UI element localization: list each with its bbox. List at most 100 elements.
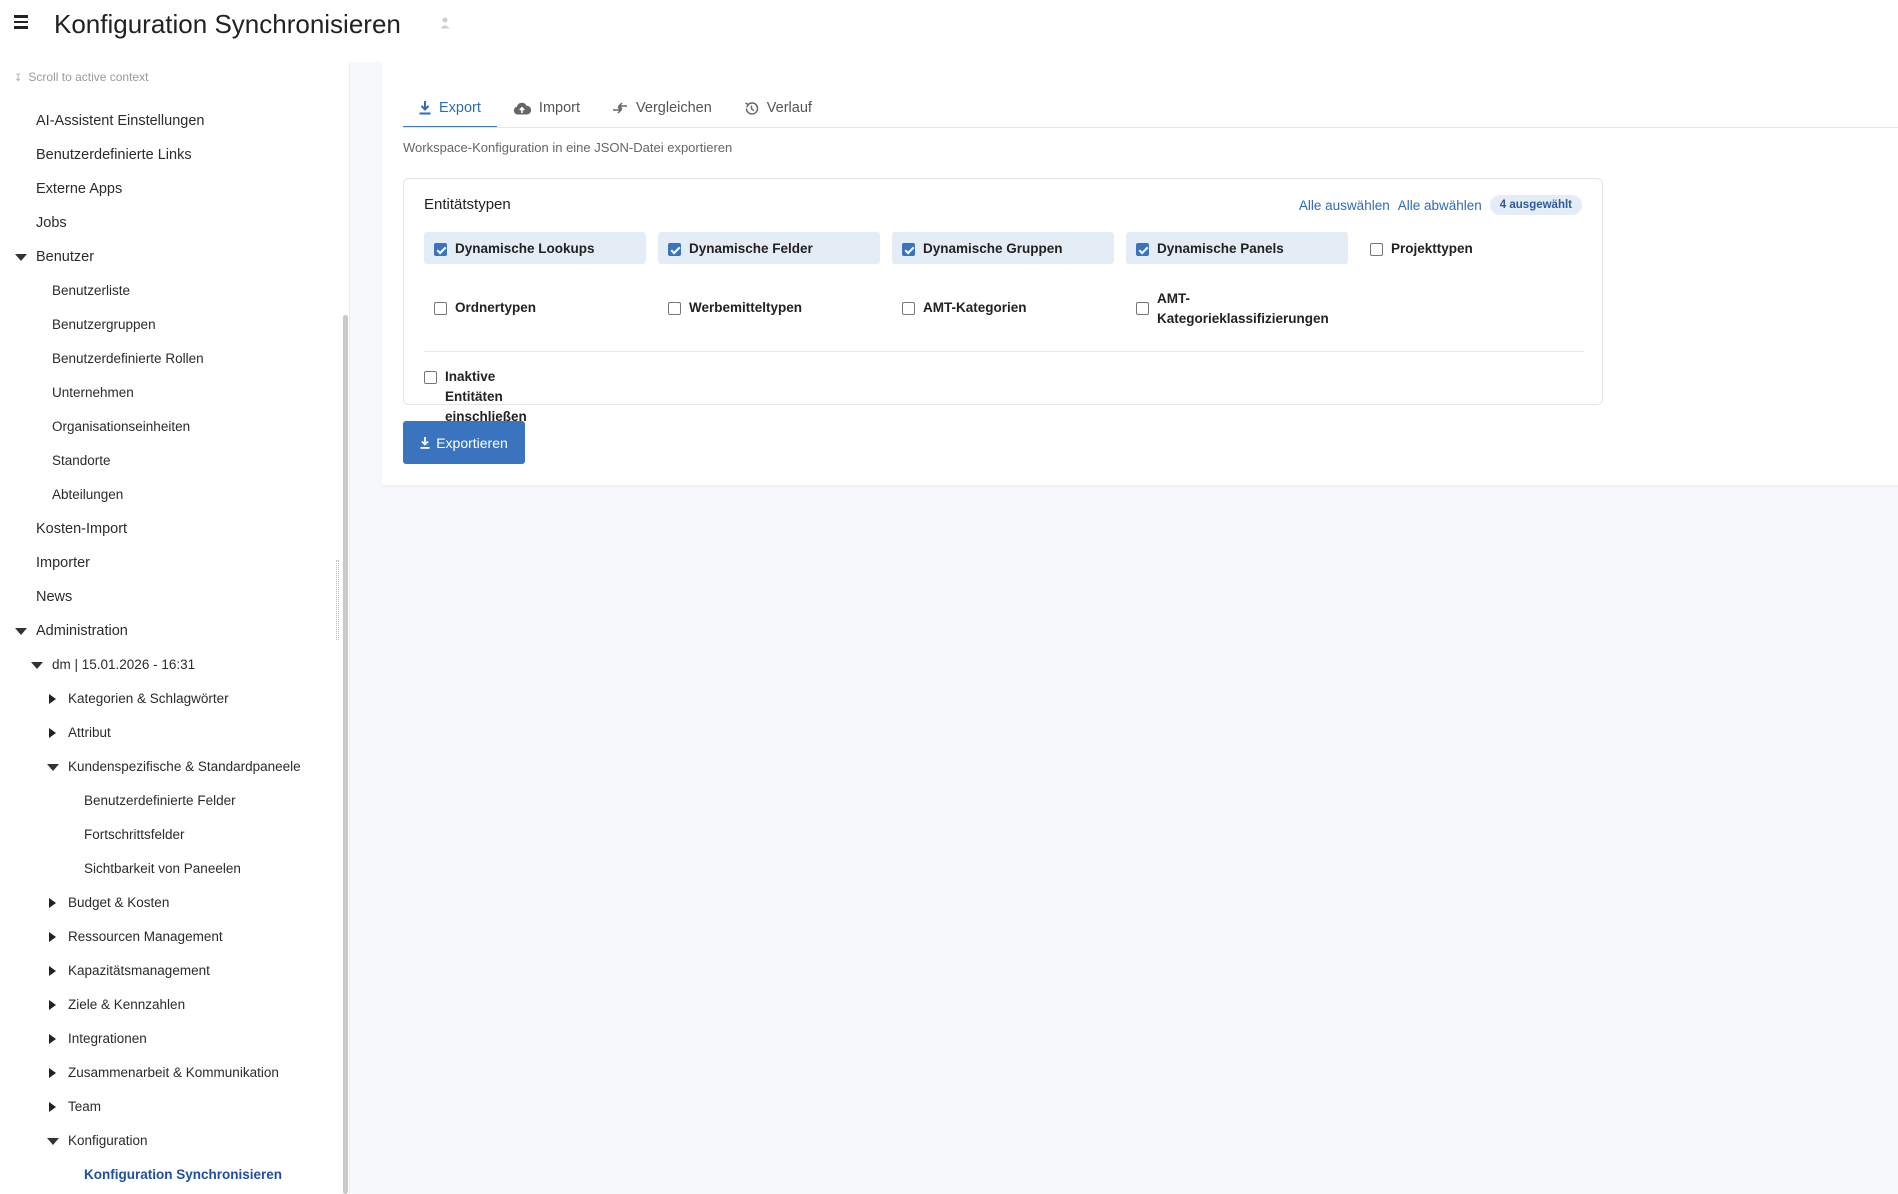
sidebar-item[interactable]: Benutzer	[0, 240, 340, 274]
sidebar-scrollbar-thumb[interactable]	[343, 315, 348, 1194]
sidebar: ↧ Scroll to active context AI-Assistent E…	[0, 62, 350, 1194]
sidebar-item-label: Externe Apps	[36, 181, 123, 197]
entity-checkbox-label: Dynamische Gruppen	[923, 241, 1063, 256]
page-title: Konfiguration Synchronisieren	[54, 9, 401, 39]
sidebar-item[interactable]: Kapazitätsmanagement	[0, 954, 340, 988]
sidebar-item[interactable]: Administration	[0, 614, 340, 648]
sidebar-item-label: Benutzerliste	[52, 283, 131, 298]
sidebar-item[interactable]: Organisationseinheiten	[0, 410, 340, 444]
scroll-to-active-context-link[interactable]: ↧ Scroll to active context	[14, 70, 148, 84]
tab-import-label: Import	[538, 100, 581, 116]
sidebar-item[interactable]: Fortschrittsfelder	[0, 818, 340, 852]
checkbox-box[interactable]	[1136, 302, 1149, 315]
export-button[interactable]: Exportieren	[403, 421, 525, 464]
entity-checkbox[interactable]: Dynamische Lookups	[424, 232, 646, 264]
checkbox-box[interactable]	[668, 302, 681, 315]
checkbox-box[interactable]	[434, 302, 447, 315]
compare-arrows-icon	[612, 102, 628, 114]
sidebar-item[interactable]: Attribut	[0, 716, 340, 750]
sidebar-item[interactable]: Kundenspezifische & Standardpaneele	[0, 750, 340, 784]
entity-checkbox-label: Dynamische Lookups	[455, 241, 595, 256]
checkbox-box[interactable]	[1136, 243, 1149, 256]
sidebar-item-label: Attribut	[68, 725, 111, 740]
sidebar-item-label: Benutzergruppen	[52, 317, 156, 332]
entity-checkbox-label: AMT-Kategorien	[923, 300, 1027, 315]
sidebar-item-label: Kategorien & Schlagwörter	[68, 691, 229, 706]
sidebar-item[interactable]: Team	[0, 1090, 340, 1124]
sidebar-item-label: Sichtbarkeit von Paneelen	[84, 861, 241, 876]
entity-checkbox-label: Dynamische Panels	[1157, 241, 1284, 256]
sidebar-item[interactable]: Benutzerdefinierte Links	[0, 138, 340, 172]
entity-checkbox[interactable]: AMT- Kategorieklassifizierungen	[1126, 291, 1348, 326]
sidebar-item[interactable]: Zusammenarbeit & Kommunikation	[0, 1056, 340, 1090]
select-all-link[interactable]: Alle auswählen	[1299, 198, 1390, 213]
entity-checkbox[interactable]: Dynamische Gruppen	[892, 232, 1114, 264]
entity-checkbox-label: Dynamische Felder	[689, 241, 813, 256]
sidebar-item[interactable]: Sichtbarkeit von Paneelen	[0, 852, 340, 886]
sidebar-nav: AI-Assistent Einstellungen Benutzerdefini…	[0, 104, 340, 1192]
hamburger-menu-icon[interactable]	[14, 15, 30, 29]
sidebar-item[interactable]: News	[0, 580, 340, 614]
sidebar-item-label: Organisationseinheiten	[52, 419, 191, 434]
sidebar-item[interactable]: Importer	[0, 546, 340, 580]
sidebar-item-label: Benutzerdefinierte Links	[36, 147, 192, 163]
sidebar-item[interactable]: dm | 15.01.2026 - 16:31	[0, 648, 340, 682]
sidebar-item[interactable]: Konfiguration	[0, 1124, 340, 1158]
sidebar-item[interactable]: Benutzerdefinierte Felder	[0, 784, 340, 818]
sidebar-item[interactable]: Benutzerdefinierte Rollen	[0, 342, 340, 376]
sidebar-item[interactable]: AI-Assistent Einstellungen	[0, 104, 340, 138]
tab-vergleichen-label: Vergleichen	[636, 100, 712, 116]
cloud-upload-icon	[513, 102, 531, 115]
scroll-context-label: Scroll to active context	[28, 70, 149, 84]
checkbox-box[interactable]	[668, 243, 681, 256]
tab-vergleichen[interactable]: Vergleichen	[596, 88, 728, 128]
sidebar-item-label: Benutzerdefinierte Felder	[84, 793, 236, 808]
checkbox-box[interactable]	[902, 302, 915, 315]
entity-checkbox[interactable]: Werbemitteltypen	[658, 291, 880, 323]
entity-types-title: Entitätstypen	[424, 196, 511, 213]
sidebar-item[interactable]: Jobs	[0, 206, 340, 240]
sidebar-item-label: AI-Assistent Einstellungen	[36, 113, 205, 129]
sidebar-item[interactable]: Benutzerliste	[0, 274, 340, 308]
user-icon[interactable]	[440, 17, 450, 29]
sidebar-item[interactable]: Ziele & Kennzahlen	[0, 988, 340, 1022]
sidebar-item[interactable]: Ressourcen Management	[0, 920, 340, 954]
sidebar-item[interactable]: Konfiguration Synchronisieren	[0, 1158, 340, 1192]
entity-checkbox-label: Projekttypen	[1391, 241, 1473, 256]
sidebar-item-label: Kapazitätsmanagement	[68, 963, 210, 978]
entity-checkbox[interactable]: Dynamische Panels	[1126, 232, 1348, 264]
checkbox-box[interactable]	[434, 243, 447, 256]
sidebar-item[interactable]: Kosten-Import	[0, 512, 340, 546]
sidebar-item[interactable]: Benutzergruppen	[0, 308, 340, 342]
tab-export[interactable]: Export	[403, 88, 497, 128]
sidebar-resize-handle[interactable]	[336, 560, 339, 640]
sidebar-item-label: Standorte	[52, 453, 111, 468]
tab-verlauf[interactable]: Verlauf	[728, 88, 828, 128]
entity-checkbox[interactable]: Projekttypen	[1360, 232, 1582, 264]
sidebar-item[interactable]: Integrationen	[0, 1022, 340, 1056]
export-description: Workspace-Konfiguration in eine JSON-Dat…	[403, 140, 733, 155]
card-divider	[424, 351, 1584, 352]
sidebar-item[interactable]: Budget & Kosten	[0, 886, 340, 920]
sidebar-item-label: Team	[68, 1099, 102, 1114]
entity-checkbox[interactable]: Ordnertypen	[424, 291, 646, 323]
checkbox-box[interactable]	[902, 243, 915, 256]
checkbox-box[interactable]	[1370, 243, 1383, 256]
entity-checkbox[interactable]: Dynamische Felder	[658, 232, 880, 264]
deselect-all-link[interactable]: Alle abwählen	[1398, 198, 1482, 213]
sidebar-item-label: Konfiguration Synchronisieren	[84, 1167, 283, 1182]
sidebar-item-label: Ressourcen Management	[68, 929, 223, 944]
sidebar-item[interactable]: Externe Apps	[0, 172, 340, 206]
tab-bar-underline	[403, 127, 1898, 128]
sidebar-item[interactable]: Kategorien & Schlagwörter	[0, 682, 340, 716]
include-inactive-checkbox-box[interactable]	[424, 371, 437, 384]
entity-checkbox-label: Ordnertypen	[455, 300, 537, 315]
entity-checkbox[interactable]: AMT-Kategorien	[892, 291, 1114, 323]
sidebar-item[interactable]: Abteilungen	[0, 478, 340, 512]
sidebar-item-label: Jobs	[36, 215, 67, 231]
sidebar-item-label: Budget & Kosten	[68, 895, 170, 910]
sidebar-item[interactable]: Standorte	[0, 444, 340, 478]
sidebar-item[interactable]: Unternehmen	[0, 376, 340, 410]
download-icon	[420, 436, 430, 449]
tab-import[interactable]: Import	[497, 88, 596, 128]
